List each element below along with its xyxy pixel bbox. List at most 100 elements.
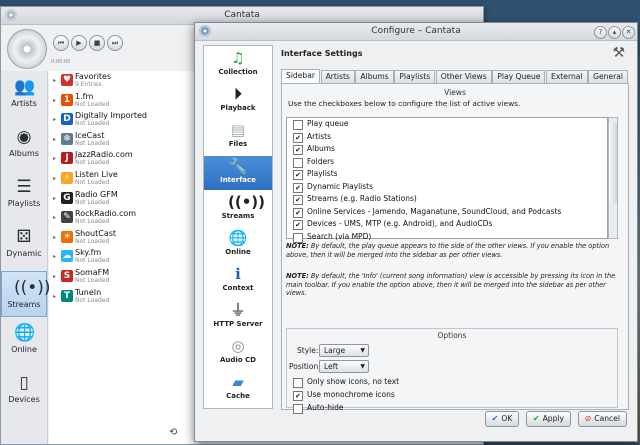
refresh-icon[interactable]: ⟲ <box>169 427 177 438</box>
page-files[interactable]: ▤ Files <box>204 120 272 154</box>
option-auto-hide[interactable]: Auto-hide <box>287 402 343 415</box>
list-item[interactable]: ▸ G Radio GFM Not Loaded <box>49 189 199 209</box>
position-label: Position: <box>289 362 321 371</box>
list-item[interactable]: ▸ ❄ IceCast Not Loaded <box>49 130 199 150</box>
checkbox[interactable]: ✔ <box>293 391 303 401</box>
list-item[interactable]: ▸ ☀ ShoutCast Not Loaded <box>49 228 199 248</box>
expand-arrow-icon[interactable]: ▸ <box>53 97 56 104</box>
page-http-server[interactable]: ⏚ HTTP Server <box>204 300 272 334</box>
ok-button[interactable]: ✔ OK <box>484 411 520 427</box>
sidebar-item-label: Albums <box>9 149 39 158</box>
style-select[interactable]: Large ▼ <box>319 344 369 357</box>
sidebar-item-albums[interactable]: ◉ Albums <box>1 127 47 171</box>
maximize-button[interactable]: ▴ <box>608 26 621 39</box>
play-button[interactable]: ▶ <box>71 35 87 51</box>
expand-arrow-icon[interactable]: ▸ <box>53 293 56 300</box>
view-row-albums[interactable]: ✔ Albums <box>287 143 607 156</box>
page-cache[interactable]: ▰ Cache <box>204 372 272 406</box>
checkbox[interactable]: ✔ <box>293 145 303 155</box>
tab-albums[interactable]: Albums <box>355 70 394 83</box>
expand-arrow-icon[interactable]: ▸ <box>53 195 56 202</box>
list-item[interactable]: ▸ ⚡ Listen Live Not Loaded <box>49 169 199 189</box>
checkbox[interactable] <box>293 120 303 130</box>
page-context[interactable]: ℹ Context <box>204 264 272 298</box>
sidebar-item-devices[interactable]: ▯ Devices <box>1 373 47 417</box>
apply-button[interactable]: ✔ Apply <box>525 411 572 427</box>
checkbox[interactable] <box>293 157 303 168</box>
interface-icon: 🔧 <box>228 157 248 175</box>
page-playback[interactable]: ⏵ Playback <box>204 84 272 118</box>
expand-arrow-icon[interactable]: ▸ <box>53 77 56 84</box>
tab-play-queue[interactable]: Play Queue <box>492 70 546 83</box>
help-button[interactable]: ? <box>594 26 607 39</box>
expand-arrow-icon[interactable]: ▸ <box>53 175 56 182</box>
view-row-online-services[interactable]: ✔ Online Services - Jamendo, Maganatune, … <box>287 206 607 219</box>
list-item[interactable]: ▸ ☁ Sky.fm Not Loaded <box>49 247 199 267</box>
cancel-button[interactable]: ⊘ Cancel <box>577 411 627 427</box>
view-row-playlists[interactable]: ✔ Playlists <box>287 168 607 181</box>
expand-arrow-icon[interactable]: ▸ <box>53 136 56 143</box>
checkbox[interactable]: ✔ <box>293 170 303 180</box>
expand-arrow-icon[interactable]: ▸ <box>53 155 56 162</box>
sidebar-item-artists[interactable]: 👥 Artists <box>1 77 47 121</box>
sidebar-item-playlists[interactable]: ☰ Playlists <box>1 177 47 221</box>
views-scrollbar[interactable] <box>608 117 618 239</box>
check-icon: ✔ <box>532 414 540 423</box>
tab-other-views[interactable]: Other Views <box>435 70 492 83</box>
checkbox[interactable]: ✔ <box>293 195 303 205</box>
page-online[interactable]: 🌐 Online <box>204 228 272 262</box>
list-item[interactable]: ▸ J JazzRadio.com Not Loaded <box>49 149 199 169</box>
globe-icon: 🌐 <box>228 229 248 247</box>
next-track-button[interactable]: ⏭ <box>107 35 123 51</box>
checkbox[interactable] <box>293 378 303 388</box>
checkbox[interactable] <box>293 404 303 414</box>
cancel-icon: ⊘ <box>584 414 592 423</box>
checkbox[interactable] <box>293 232 303 243</box>
heart-icon: ♥ <box>61 74 73 86</box>
tab-playlists[interactable]: Playlists <box>394 70 436 83</box>
list-item[interactable]: ▸ ✎ RockRadio.com Not Loaded <box>49 208 199 228</box>
prev-track-button[interactable]: ⏮ <box>53 35 69 51</box>
sidebar-item-dynamic[interactable]: ⚄ Dynamic <box>1 227 47 271</box>
skyfm-icon: ☁ <box>61 250 73 263</box>
list-item[interactable]: ▸ ♥ Favorites 9 Entries <box>49 71 199 91</box>
expand-arrow-icon[interactable]: ▸ <box>53 273 56 280</box>
checkbox[interactable]: ✔ <box>293 182 303 193</box>
page-streams[interactable]: ((•)) Streams <box>204 192 272 226</box>
option-monochrome-icons[interactable]: ✔ Use monochrome icons <box>287 389 395 402</box>
globe-icon: 🌐 <box>14 323 36 343</box>
page-audio-cd[interactable]: ◎ Audio CD <box>204 336 272 370</box>
close-button[interactable]: ✕ <box>622 26 635 39</box>
sidebar-item-streams[interactable]: ((•)) Streams <box>1 271 51 317</box>
tab-general[interactable]: General <box>588 70 629 83</box>
configure-dialog: Configure – Cantata ? ▴ ✕ ♫ Collection ⏵ P… <box>194 22 638 442</box>
expand-arrow-icon[interactable]: ▸ <box>53 253 56 260</box>
expand-arrow-icon[interactable]: ▸ <box>53 234 56 241</box>
expand-arrow-icon[interactable]: ▸ <box>53 214 56 221</box>
view-row-artists[interactable]: ✔ Artists <box>287 131 607 144</box>
sidebar-item-online[interactable]: 🌐 Online <box>1 323 47 367</box>
stop-button[interactable]: ■ <box>89 35 105 51</box>
option-icons-only[interactable]: Only show icons, no text <box>287 376 399 389</box>
view-row-play-queue[interactable]: Play queue <box>287 118 607 131</box>
view-row-dynamic-playlists[interactable]: ✔ Dynamic Playlists <box>287 181 607 194</box>
view-row-streams[interactable]: ✔ Streams (e.g. Radio Stations) <box>287 193 607 206</box>
expand-arrow-icon[interactable]: ▸ <box>53 116 56 123</box>
checkbox[interactable]: ✔ <box>293 132 303 143</box>
list-item[interactable]: ▸ D Digitally Imported Not Loaded <box>49 110 199 130</box>
checkbox[interactable]: ✔ <box>293 220 303 230</box>
position-select[interactable]: Left ▼ <box>319 360 369 373</box>
tab-artists[interactable]: Artists <box>320 70 355 83</box>
info-icon: ℹ <box>235 265 241 283</box>
checkbox[interactable]: ✔ <box>293 207 303 218</box>
list-item[interactable]: ▸ S SomaFM Not Loaded <box>49 267 199 287</box>
list-item[interactable]: ▸ T TuneIn Not Loaded <box>49 287 199 307</box>
view-row-folders[interactable]: Folders <box>287 156 607 169</box>
scrollbar-thumb[interactable] <box>609 122 617 204</box>
view-row-devices[interactable]: ✔ Devices - UMS, MTP (e.g. Android), and … <box>287 218 607 231</box>
page-collection[interactable]: ♫ Collection <box>204 48 272 82</box>
tab-external[interactable]: External <box>546 70 588 83</box>
list-item[interactable]: ▸ 1 1.fm Not Loaded <box>49 91 199 111</box>
page-interface[interactable]: 🔧 Interface <box>204 156 272 190</box>
tab-sidebar[interactable]: Sidebar <box>281 69 321 83</box>
